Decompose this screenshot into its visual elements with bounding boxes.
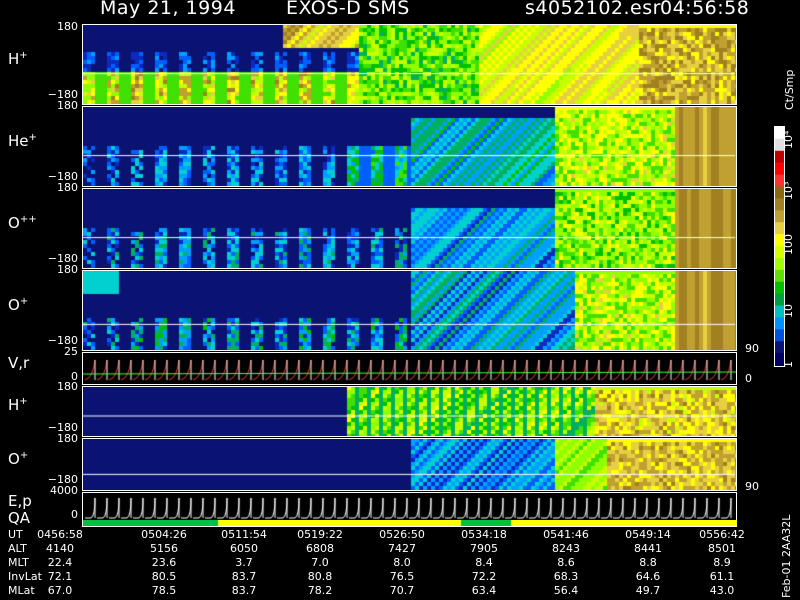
- panel-label-o-plus: O+: [8, 296, 29, 314]
- table-row-name: UT: [8, 528, 23, 541]
- table-cell: 83.7: [231, 570, 257, 583]
- table-cell: 8.8: [639, 556, 657, 569]
- table-row: UT 0456:58 0504:26 0511:54 0519:22 0526:50 053…: [0, 528, 760, 542]
- energy-panel: [83, 492, 737, 520]
- plot-time: 04:56:58: [660, 0, 750, 19]
- table-cell: 6808: [306, 542, 334, 555]
- table-cell: 56.4: [553, 584, 579, 597]
- file-name: s4052102.esr: [525, 0, 661, 19]
- table-cell: 3.7: [235, 556, 253, 569]
- table-cell: 4140: [46, 542, 74, 555]
- y-tick: 180: [57, 20, 78, 33]
- table-cell: 72.2: [471, 570, 497, 583]
- table-row: MLT 22.4 23.6 3.7 7.0 8.0 8.4 8.6 8.8 8.9: [0, 556, 760, 570]
- table-cell: 8.6: [557, 556, 575, 569]
- table-cell: 43.0: [709, 584, 735, 597]
- velocity-panel: [83, 352, 737, 384]
- table-cell: 8.4: [475, 556, 493, 569]
- table-row-name: MLT: [8, 556, 29, 569]
- table-row: InvLat 72.1 80.5 83.7 80.8 76.5 72.2 68.3 64.6 61…: [0, 570, 760, 584]
- y-tick: 180: [57, 99, 78, 112]
- right-tick: 0: [745, 372, 752, 385]
- colorbar-tick: 10⁴: [782, 130, 795, 149]
- table-cell: 8501: [708, 542, 736, 555]
- y-tick: 180: [57, 181, 78, 194]
- table-cell: 0519:22: [297, 528, 343, 541]
- qa-label: QA: [8, 509, 31, 527]
- table-cell: 68.3: [553, 570, 579, 583]
- table-cell: 8441: [634, 542, 662, 555]
- table-cell: 83.7: [231, 584, 257, 597]
- right-tick: 90: [745, 480, 759, 493]
- y-tick: 180: [57, 380, 78, 393]
- table-cell: 22.4: [47, 556, 73, 569]
- table-cell: 61.1: [709, 570, 735, 583]
- spectrogram-h-plus: [83, 24, 737, 104]
- table-cell: 0541:46: [543, 528, 589, 541]
- colorbar-tick: 10³: [782, 181, 795, 200]
- spectrogram-o-plus: [83, 270, 737, 350]
- spectrogram-h-plus-2: [83, 386, 737, 436]
- plot-date: May 21, 1994: [100, 0, 236, 19]
- spectrogram-o-plus-plus: [83, 188, 737, 268]
- table-cell: 49.7: [635, 584, 661, 597]
- table-cell: 78.5: [151, 584, 177, 597]
- table-cell: 8.0: [393, 556, 411, 569]
- table-cell: 0556:42: [699, 528, 745, 541]
- instrument-name: EXOS-D SMS: [286, 0, 410, 19]
- table-cell: 7.0: [311, 556, 329, 569]
- table-cell: 72.1: [47, 570, 73, 583]
- panel-label-vr: V,r: [8, 354, 30, 372]
- table-cell: 6050: [230, 542, 258, 555]
- panel-label-h-plus: H+: [8, 50, 28, 68]
- y-tick: 0: [71, 508, 78, 521]
- y-tick: 4000: [50, 484, 78, 497]
- table-cell: 76.5: [389, 570, 415, 583]
- table-cell: 80.5: [151, 570, 177, 583]
- table-cell: 63.4: [471, 584, 497, 597]
- table-cell: 7427: [388, 542, 416, 555]
- table-row-name: ALT: [8, 542, 27, 555]
- table-cell: 0534:18: [461, 528, 507, 541]
- panel-label-o-plus-plus: O++: [8, 214, 37, 232]
- table-cell: 8.9: [713, 556, 731, 569]
- panel-label-he-plus: He+: [8, 132, 37, 150]
- table-cell: 0504:26: [141, 528, 187, 541]
- colorbar-unit: Ct/Smp: [783, 69, 796, 110]
- table-row: MLat 67.0 78.5 83.7 78.2 70.7 63.4 56.4 49.7 43.0: [0, 584, 760, 598]
- table-cell: 70.7: [389, 584, 415, 597]
- y-tick: 180: [57, 263, 78, 276]
- y-tick: 180: [57, 432, 78, 445]
- footer-label: Feb-01 2AA32L: [780, 514, 793, 598]
- panel-label-o-plus-2: O+: [8, 450, 29, 468]
- qa-strip: [83, 520, 737, 526]
- table-cell: 80.8: [307, 570, 333, 583]
- panel-label-ep: E,p: [8, 492, 32, 510]
- table-cell: 0456:58: [37, 528, 83, 541]
- colorbar-tick: 1: [782, 361, 795, 368]
- table-row: ALT 4140 5156 6050 6808 7427 7905 8243 8441 8501: [0, 542, 760, 556]
- table-cell: 64.6: [635, 570, 661, 583]
- panel-label-h-plus-2: H+: [8, 396, 28, 414]
- table-cell: 7905: [470, 542, 498, 555]
- table-cell: 78.2: [307, 584, 333, 597]
- table-cell: 67.0: [47, 584, 73, 597]
- table-cell: 5156: [150, 542, 178, 555]
- table-cell: 0526:50: [379, 528, 425, 541]
- table-cell: 23.6: [151, 556, 177, 569]
- colorbar-tick: 10: [782, 304, 795, 318]
- table-cell: 0549:14: [625, 528, 671, 541]
- spectrogram-o-plus-2: [83, 438, 737, 490]
- spectrogram-he-plus: [83, 106, 737, 186]
- colorbar-tick: 100: [782, 234, 795, 255]
- right-tick: 90: [745, 342, 759, 355]
- table-cell: 8243: [552, 542, 580, 555]
- table-cell: 0511:54: [221, 528, 267, 541]
- y-tick: 25: [64, 345, 78, 358]
